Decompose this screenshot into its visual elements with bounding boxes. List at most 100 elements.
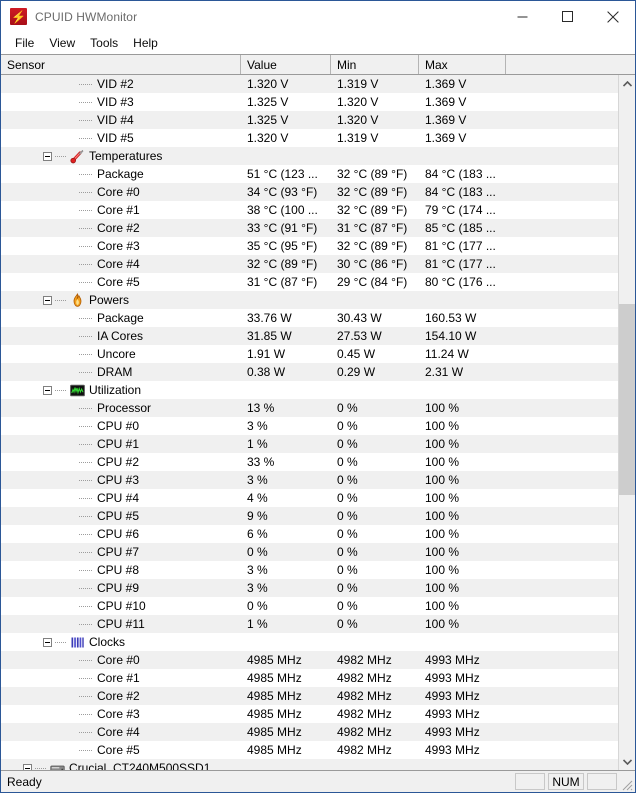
tree-row[interactable]: Core #4 4985 MHz 4982 MHz 4993 MHz — [1, 723, 618, 741]
minimize-button[interactable] — [500, 1, 545, 32]
value-cell: 6 % — [247, 527, 268, 541]
tree-connector — [79, 677, 93, 679]
tree-collapse-toggle[interactable] — [43, 295, 52, 305]
tree-row[interactable]: CPU #1 1 % 0 % 100 % — [1, 435, 618, 453]
sensor-label: Uncore — [97, 347, 136, 361]
min-cell: 0 % — [337, 563, 358, 577]
title-bar: ⚡ CPUID HWMonitor — [1, 1, 635, 32]
scrollbar-thumb[interactable] — [619, 303, 635, 496]
tree-row[interactable]: CPU #10 0 % 0 % 100 % — [1, 597, 618, 615]
tree-row[interactable]: Core #2 33 °C (91 °F) 31 °C (87 °F) 85 °C (… — [1, 219, 618, 237]
tree-group-label: Clocks — [89, 635, 126, 649]
tree-row[interactable]: CPU #5 9 % 0 % 100 % — [1, 507, 618, 525]
tree-row[interactable]: CPU #3 3 % 0 % 100 % — [1, 471, 618, 489]
tree-row[interactable]: DRAM 0.38 W 0.29 W 2.31 W — [1, 363, 618, 381]
tree-row[interactable]: Core #4 32 °C (89 °F) 30 °C (86 °F) 81 °C (… — [1, 255, 618, 273]
column-header-max[interactable]: Max — [419, 55, 506, 74]
maximize-button[interactable] — [545, 1, 590, 32]
tree-row[interactable]: Core #3 4985 MHz 4982 MHz 4993 MHz — [1, 705, 618, 723]
sensor-cell: VID #5 — [1, 129, 241, 147]
tree-row[interactable]: Core #5 31 °C (87 °F) 29 °C (84 °F) 80 °C (… — [1, 273, 618, 291]
tree-row[interactable]: Core #3 35 °C (95 °F) 32 °C (89 °F) 81 °C (… — [1, 237, 618, 255]
tree-connector — [79, 101, 93, 103]
tree-row[interactable]: CPU #6 6 % 0 % 100 % — [1, 525, 618, 543]
max-cell: 4993 MHz — [425, 689, 480, 703]
tree-row[interactable]: CPU #4 4 % 0 % 100 % — [1, 489, 618, 507]
sensor-label: Core #4 — [97, 257, 140, 271]
sensor-cell: VID #2 — [1, 75, 241, 93]
chevron-down-icon[interactable] — [619, 753, 635, 770]
value-cell: 32 °C (89 °F) — [247, 257, 318, 271]
tree-row[interactable]: Core #5 4985 MHz 4982 MHz 4993 MHz — [1, 741, 618, 759]
tree-row[interactable]: IA Cores 31.85 W 27.53 W 154.10 W — [1, 327, 618, 345]
tree-collapse-toggle[interactable] — [43, 151, 52, 161]
max-cell: 79 °C (174 ... — [425, 203, 496, 217]
max-cell: 100 % — [425, 491, 460, 505]
tree-collapse-toggle[interactable] — [43, 385, 52, 395]
value-cell: 0.38 W — [247, 365, 286, 379]
column-header-sensor[interactable]: Sensor — [1, 55, 241, 74]
tree-row[interactable]: Core #0 4985 MHz 4982 MHz 4993 MHz — [1, 651, 618, 669]
lightning-bolt-icon: ⚡ — [10, 8, 27, 25]
tree-row[interactable]: Processor 13 % 0 % 100 % — [1, 399, 618, 417]
sensor-cell: Core #4 — [1, 723, 241, 741]
column-header-min[interactable]: Min — [331, 55, 419, 74]
tree-row[interactable]: CPU #9 3 % 0 % 100 % — [1, 579, 618, 597]
tree-row[interactable]: VID #4 1.325 V 1.320 V 1.369 V — [1, 111, 618, 129]
tree-row[interactable]: CPU #11 1 % 0 % 100 % — [1, 615, 618, 633]
max-cell: 100 % — [425, 401, 460, 415]
max-cell: 100 % — [425, 545, 460, 559]
close-button[interactable] — [590, 1, 635, 32]
tree-group-row[interactable]: Utilization — [1, 381, 618, 399]
value-cell: 0 % — [247, 545, 268, 559]
vertical-scrollbar[interactable] — [618, 75, 635, 770]
tree-row[interactable]: Core #2 4985 MHz 4982 MHz 4993 MHz — [1, 687, 618, 705]
menu-item-view[interactable]: View — [42, 34, 83, 53]
waveform-monitor-icon — [69, 382, 85, 398]
sensor-cell: Core #3 — [1, 237, 241, 255]
resize-grip-icon[interactable] — [619, 777, 633, 791]
flame-icon — [69, 292, 85, 308]
tree-collapse-toggle[interactable] — [43, 637, 52, 647]
tree-row[interactable]: Core #1 4985 MHz 4982 MHz 4993 MHz — [1, 669, 618, 687]
tree-row[interactable]: CPU #2 33 % 0 % 100 % — [1, 453, 618, 471]
tree-row[interactable]: VID #3 1.325 V 1.320 V 1.369 V — [1, 93, 618, 111]
sensor-cell: CPU #10 — [1, 597, 241, 615]
chevron-up-icon[interactable] — [619, 75, 635, 92]
sensor-cell: Core #5 — [1, 741, 241, 759]
min-cell: 1.320 V — [337, 95, 379, 109]
menu-item-tools[interactable]: Tools — [83, 34, 126, 53]
menu-item-help[interactable]: Help — [126, 34, 166, 53]
tree-row[interactable]: CPU #0 3 % 0 % 100 % — [1, 417, 618, 435]
tree-connector — [79, 281, 93, 283]
tree-group-label: Powers — [89, 293, 130, 307]
tree-row[interactable]: Package 51 °C (123 ... 32 °C (89 °F) 84 °C … — [1, 165, 618, 183]
tree-row[interactable]: Core #1 38 °C (100 ... 32 °C (89 °F) 79 °C … — [1, 201, 618, 219]
menu-item-file[interactable]: File — [8, 34, 42, 53]
min-cell: 27.53 W — [337, 329, 382, 343]
tree-connector — [79, 497, 93, 499]
tree-row[interactable]: VID #5 1.320 V 1.319 V 1.369 V — [1, 129, 618, 147]
tree-group-row[interactable]: Clocks — [1, 633, 618, 651]
tree-row[interactable]: CPU #7 0 % 0 % 100 % — [1, 543, 618, 561]
value-cell: 1.325 V — [247, 113, 289, 127]
tree-connector — [79, 245, 93, 247]
max-cell: 4993 MHz — [425, 707, 480, 721]
sensor-cell: Crucial_CT240M500SSD1 — [1, 759, 241, 770]
tree-row[interactable]: CPU #8 3 % 0 % 100 % — [1, 561, 618, 579]
sensor-cell: DRAM — [1, 363, 241, 381]
tree-group-row[interactable]: Crucial_CT240M500SSD1 — [1, 759, 618, 770]
min-cell: 1.319 V — [337, 131, 379, 145]
tree-row[interactable]: VID #2 1.320 V 1.319 V 1.369 V — [1, 75, 618, 93]
sensor-tree[interactable]: VID #2 1.320 V 1.319 V 1.369 V VID #3 1.325 V… — [1, 75, 618, 770]
tree-row[interactable]: Package 33.76 W 30.43 W 160.53 W — [1, 309, 618, 327]
sensor-cell: Temperatures — [1, 147, 241, 165]
tree-connector — [55, 389, 67, 391]
min-cell: 0 % — [337, 617, 358, 631]
tree-row[interactable]: Core #0 34 °C (93 °F) 32 °C (89 °F) 84 °C (… — [1, 183, 618, 201]
tree-row[interactable]: Uncore 1.91 W 0.45 W 11.24 W — [1, 345, 618, 363]
tree-group-label: Utilization — [89, 383, 142, 397]
tree-group-row[interactable]: Powers — [1, 291, 618, 309]
tree-group-row[interactable]: Temperatures — [1, 147, 618, 165]
column-header-value[interactable]: Value — [241, 55, 331, 74]
